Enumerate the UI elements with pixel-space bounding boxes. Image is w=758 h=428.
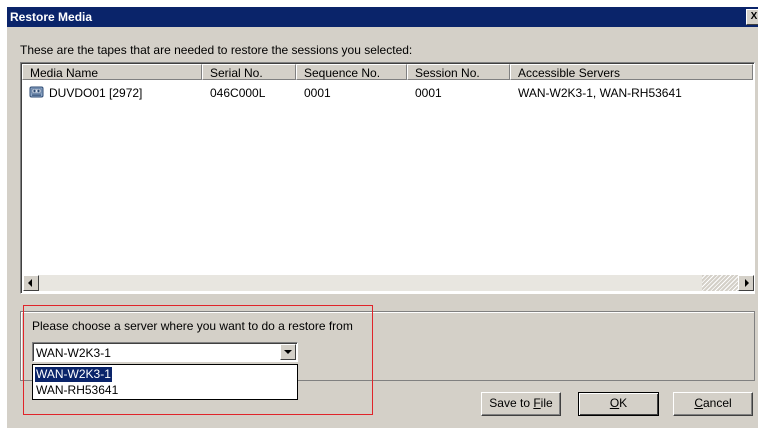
cell-session-no: 0001 (415, 86, 442, 100)
media-list[interactable]: Media Name Serial No. Sequence No. Sessi… (20, 62, 755, 294)
column-header-session-no[interactable]: Session No. (407, 64, 510, 80)
scroll-left-button[interactable] (23, 275, 39, 291)
close-icon: X (750, 11, 758, 22)
cancel-label-suffix: ancel (702, 396, 732, 410)
ok-label-suffix: K (619, 396, 628, 410)
server-choice-label: Please choose a server where you want to… (32, 319, 353, 333)
save-to-file-label-prefix: Save to (489, 396, 534, 410)
close-button[interactable]: X (746, 9, 758, 25)
chevron-down-icon (284, 350, 292, 354)
server-combobox[interactable]: WAN-W2K3-1 (32, 342, 298, 362)
intro-text: These are the tapes that are needed to r… (20, 43, 413, 57)
ok-button[interactable]: OK (578, 392, 659, 416)
save-to-file-button[interactable]: Save to File (481, 392, 561, 416)
cell-serial-no: 046C000L (210, 86, 266, 100)
cancel-mnemonic: C (694, 396, 703, 410)
column-header-media-name[interactable]: Media Name (22, 64, 202, 80)
server-option-wan-rh53641[interactable]: WAN-RH53641 (35, 383, 119, 398)
ok-mnemonic: O (609, 396, 620, 410)
cancel-button[interactable]: Cancel (673, 392, 753, 416)
cell-accessible-servers: WAN-W2K3-1, WAN-RH53641 (518, 86, 682, 100)
arrow-left-icon (28, 279, 32, 287)
server-combobox-value: WAN-W2K3-1 (36, 346, 111, 360)
scroll-right-button[interactable] (738, 275, 754, 291)
horizontal-scrollbar[interactable] (23, 275, 754, 291)
tape-drive-icon (29, 86, 44, 98)
scroll-track-grip[interactable] (702, 275, 738, 291)
column-header-sequence-no[interactable]: Sequence No. (296, 64, 407, 80)
server-option-wan-w2k3-1[interactable]: WAN-W2K3-1 (34, 366, 113, 383)
arrow-right-icon (745, 279, 749, 287)
server-dropdown-list[interactable]: WAN-W2K3-1 WAN-RH53641 (32, 364, 298, 400)
save-to-file-label-suffix: ile (540, 396, 553, 410)
cell-sequence-no: 0001 (304, 86, 331, 100)
save-to-file-mnemonic: F (533, 396, 541, 410)
column-header-serial-no[interactable]: Serial No. (202, 64, 296, 80)
combobox-dropdown-button[interactable] (280, 344, 296, 360)
column-header-accessible-servers[interactable]: Accessible Servers (510, 64, 753, 80)
window-title: Restore Media (10, 10, 93, 24)
cell-media-name: DUVDO01 [2972] (49, 86, 143, 100)
title-bar[interactable]: Restore Media X (7, 7, 758, 27)
